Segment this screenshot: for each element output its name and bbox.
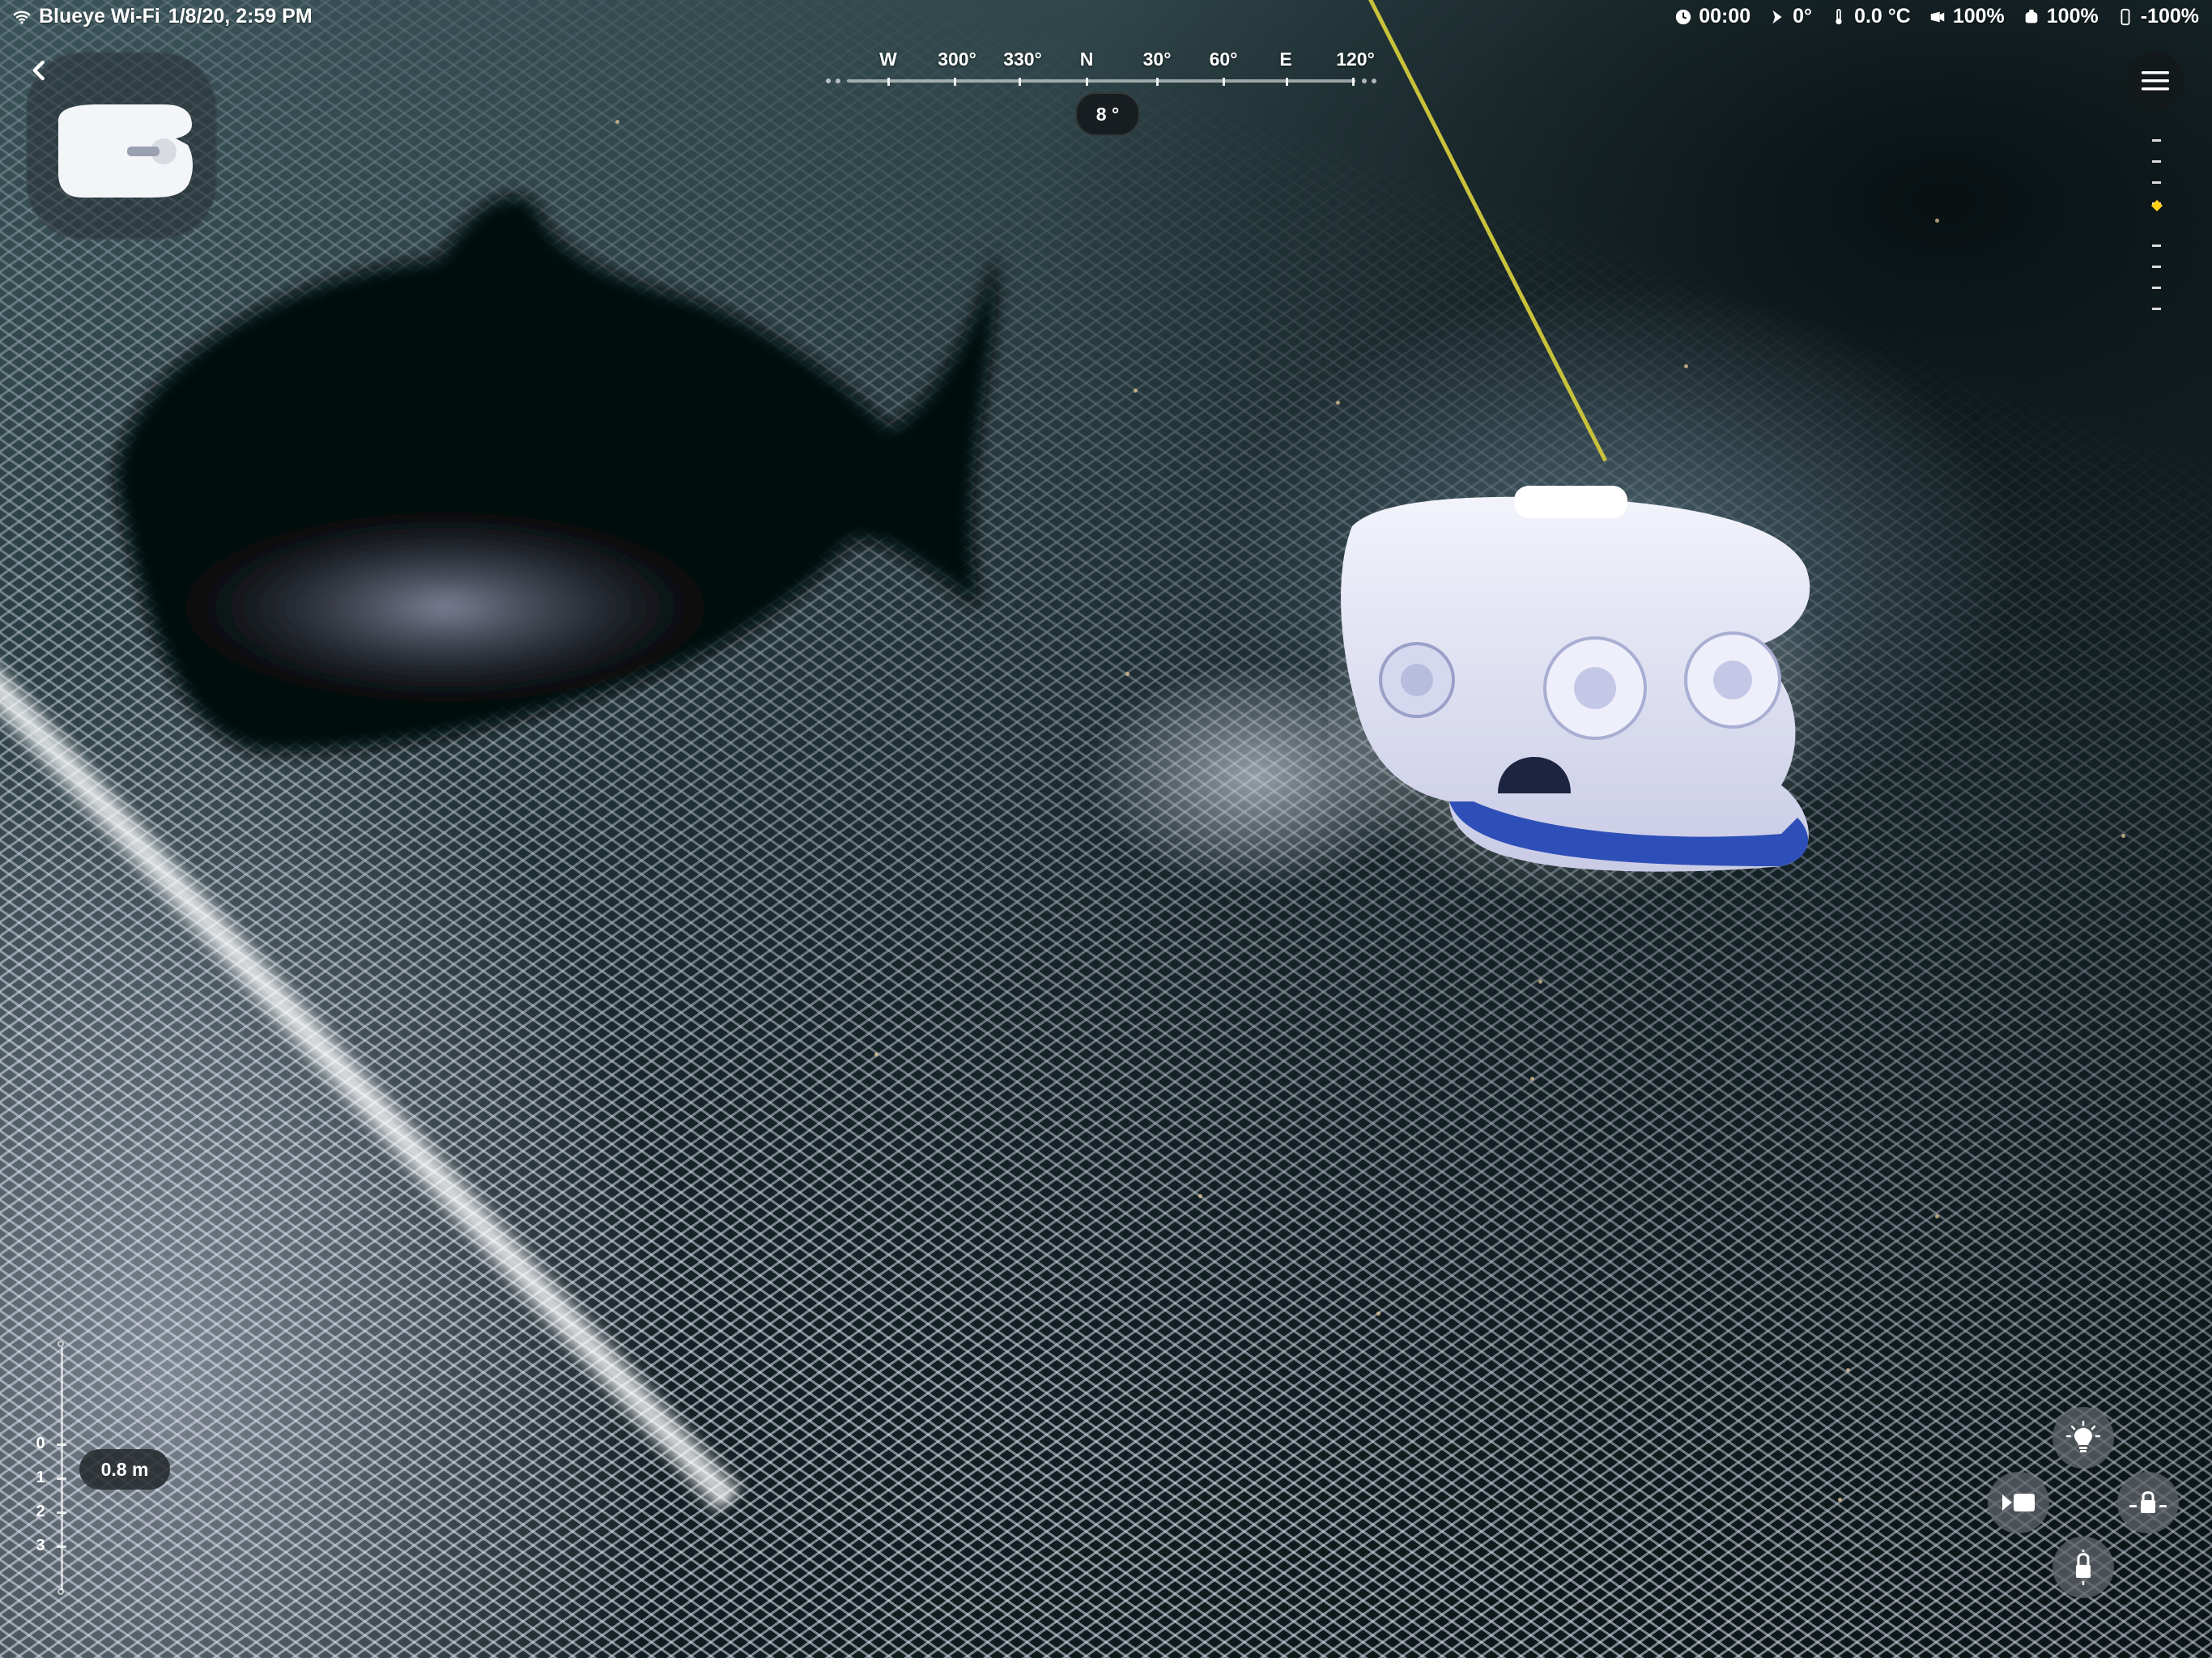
compass-tick (1086, 78, 1088, 86)
record-video-button[interactable] (1988, 1472, 2049, 1533)
depth-scale-cap (57, 1341, 64, 1347)
menu-button[interactable] (2126, 52, 2184, 110)
camera-tilt-icon (1772, 10, 1782, 23)
depth-tick (57, 1443, 66, 1446)
depth-scale-cap (57, 1588, 64, 1595)
chevron-left-icon (32, 60, 45, 81)
lock-button[interactable] (2117, 1472, 2179, 1533)
compass-end-dot (836, 79, 840, 83)
underwater-drone (1328, 486, 1830, 899)
drone-battery-value: 100% (2046, 5, 2099, 28)
compass-tick (887, 78, 890, 86)
device-battery-value: -100% (2140, 5, 2199, 28)
compass-tick (1223, 78, 1225, 86)
depth-label-0: 0 (36, 1435, 45, 1452)
camera-battery-item: 100% (1929, 5, 2005, 28)
camera-feed (0, 0, 2212, 1658)
back-button[interactable] (21, 52, 58, 89)
video-camera-icon (2002, 1494, 2035, 1511)
depth-gauge: 0 1 2 3 0.8 m (24, 1336, 186, 1611)
compass-tick (1286, 78, 1288, 86)
compass-label-60: 60° (1209, 49, 1238, 70)
compass-label-330: 330° (1003, 49, 1042, 70)
status-bar-left: Blueye Wi-Fi 1/8/20, 2:59 PM (13, 5, 313, 28)
unlock-icon (2076, 1550, 2091, 1585)
compass-end-dot (1362, 79, 1367, 83)
phone-battery-icon (2121, 8, 2130, 25)
depth-label-2: 2 (36, 1503, 45, 1520)
clock-icon (1676, 9, 1691, 24)
compass-label-w: W (879, 49, 897, 70)
compass-end-dot (826, 79, 831, 83)
timer-value: 00:00 (1699, 5, 1751, 28)
status-bar: Blueye Wi-Fi 1/8/20, 2:59 PM 00:00 0° 0.… (0, 0, 2212, 36)
pitch-mark (2152, 266, 2161, 268)
depth-tick (57, 1477, 66, 1480)
compass-label-30: 30° (1142, 49, 1172, 70)
pitch-mark (2152, 244, 2161, 247)
depth-scale-line (61, 1347, 63, 1590)
depth-label-1: 1 (36, 1469, 45, 1486)
compass-label-e: E (1279, 49, 1292, 70)
pitch-scale (2149, 138, 2165, 324)
thermometer-icon (1836, 8, 1842, 24)
depth-tick (57, 1545, 66, 1548)
fish-silhouette (113, 196, 998, 753)
compass-tick (1352, 78, 1355, 86)
pitch-mark (2152, 139, 2161, 142)
compass-track (847, 79, 1355, 83)
heading-readout: 8 ° (1075, 92, 1140, 136)
depth-label-3: 3 (36, 1537, 45, 1554)
compass-label-300: 300° (938, 49, 976, 70)
status-bar-right: 00:00 0° 0.0 °C 100% 100% -100% (1674, 5, 2199, 28)
compass-tick (1019, 78, 1021, 86)
drone-battery-icon (2025, 9, 2038, 23)
compass-label-120: 120° (1336, 49, 1375, 70)
device-battery-item: -100% (2116, 5, 2199, 28)
compass-label-n: N (1079, 49, 1094, 70)
lock-icon (2129, 1491, 2167, 1513)
lights-button[interactable] (2052, 1407, 2114, 1469)
depth-readout: 0.8 m (79, 1449, 170, 1490)
drone-battery-item: 100% (2023, 5, 2099, 28)
temperature-item: 0.0 °C (1830, 5, 1911, 28)
timer-item: 00:00 (1674, 5, 1750, 28)
pitch-mark (2152, 160, 2161, 163)
tilt-item: 0° (1768, 5, 1812, 28)
drone-thumbnail-icon (58, 104, 193, 198)
network-name: Blueye Wi-Fi (39, 5, 160, 28)
camera-battery-icon (1930, 11, 1945, 22)
hamburger-menu-icon (2142, 71, 2169, 91)
pitch-mark (2152, 308, 2161, 310)
camera-battery-value: 100% (1952, 5, 2005, 28)
compass-tick (954, 78, 956, 86)
compass-end-dot (1372, 79, 1376, 83)
tilt-value: 0° (1793, 5, 1813, 28)
compass-tick (1156, 78, 1159, 86)
date-time: 1/8/20, 2:59 PM (168, 5, 313, 28)
unlock-button[interactable] (2052, 1537, 2114, 1598)
depth-tick (57, 1511, 66, 1514)
pitch-mark (2152, 287, 2161, 289)
pitch-mark (2152, 181, 2161, 184)
temperature-value: 0.0 °C (1854, 5, 1911, 28)
compass-heading-bar: W 300° 330° N 30° 60° E 120° 8 ° (818, 45, 1385, 136)
wifi-icon (13, 11, 31, 24)
light-bulb-icon (2065, 1420, 2101, 1452)
